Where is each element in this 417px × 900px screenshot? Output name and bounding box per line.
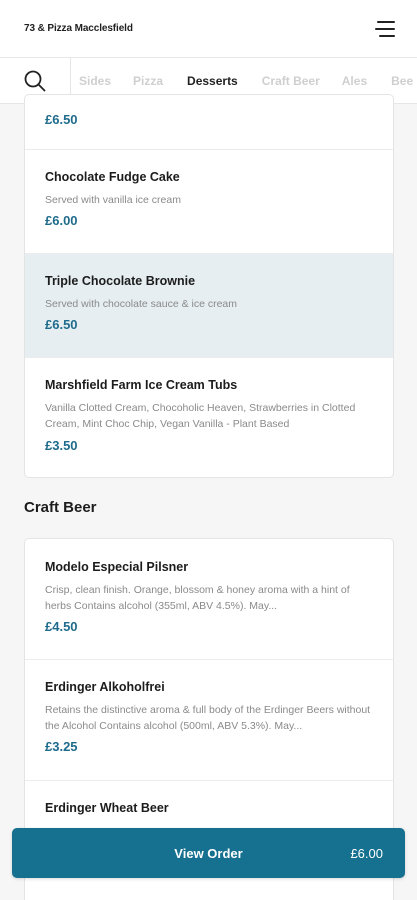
view-order-button[interactable]: View Order £6.00 — [12, 828, 405, 878]
item-name: Marshfield Farm Ice Cream Tubs — [45, 378, 238, 392]
view-order-label: View Order — [174, 845, 243, 861]
menu-item[interactable]: Marshfield Farm Ice Cream Tubs Vanilla C… — [25, 358, 393, 477]
menu-item[interactable]: Chocolate Fudge Cake Served with vanilla… — [25, 150, 393, 254]
item-price: £3.50 — [45, 438, 78, 453]
tab-beer[interactable]: Bee — [391, 58, 413, 104]
menu-item[interactable]: £6.50 — [25, 95, 393, 150]
item-price: £6.00 — [45, 213, 78, 228]
item-description: Served with chocolate sauce & ice cream — [45, 298, 238, 310]
item-description: Vanilla Clotted Cream, Chocoholic Heaven… — [45, 402, 356, 430]
menu-item[interactable]: Triple Chocolate Brownie Served with cho… — [25, 254, 393, 358]
item-price: £6.50 — [45, 112, 78, 127]
item-name: Chocolate Fudge Cake — [45, 170, 180, 184]
menu-item[interactable]: Erdinger Alkoholfrei Retains the distinc… — [25, 660, 393, 781]
search-icon — [24, 70, 46, 91]
item-name: Modelo Especial Pilsner — [45, 560, 189, 574]
item-name: Erdinger Wheat Beer — [45, 801, 169, 815]
app-header: 73 & Pizza Macclesfield — [0, 0, 417, 58]
hamburger-menu-icon[interactable] — [375, 20, 395, 37]
item-price: £4.50 — [45, 619, 78, 634]
item-description: Crisp, clean finish. Orange, blossom & h… — [45, 584, 350, 612]
section-title-craft-beer: Craft Beer — [24, 499, 97, 516]
item-price: £6.50 — [45, 317, 78, 332]
item-name: Erdinger Alkoholfrei — [45, 680, 165, 694]
item-price: £3.25 — [45, 739, 78, 754]
order-total: £6.00 — [350, 845, 383, 861]
menu-item[interactable]: Modelo Especial Pilsner Crisp, clean fin… — [25, 539, 393, 660]
item-name: Triple Chocolate Brownie — [45, 274, 196, 288]
restaurant-title: 73 & Pizza Macclesfield — [24, 23, 133, 34]
item-description: Retains the distinctive aroma & full bod… — [45, 704, 371, 732]
item-description: Served with vanilla ice cream — [45, 194, 181, 206]
desserts-card: £6.50 Chocolate Fudge Cake Served with v… — [24, 94, 394, 478]
